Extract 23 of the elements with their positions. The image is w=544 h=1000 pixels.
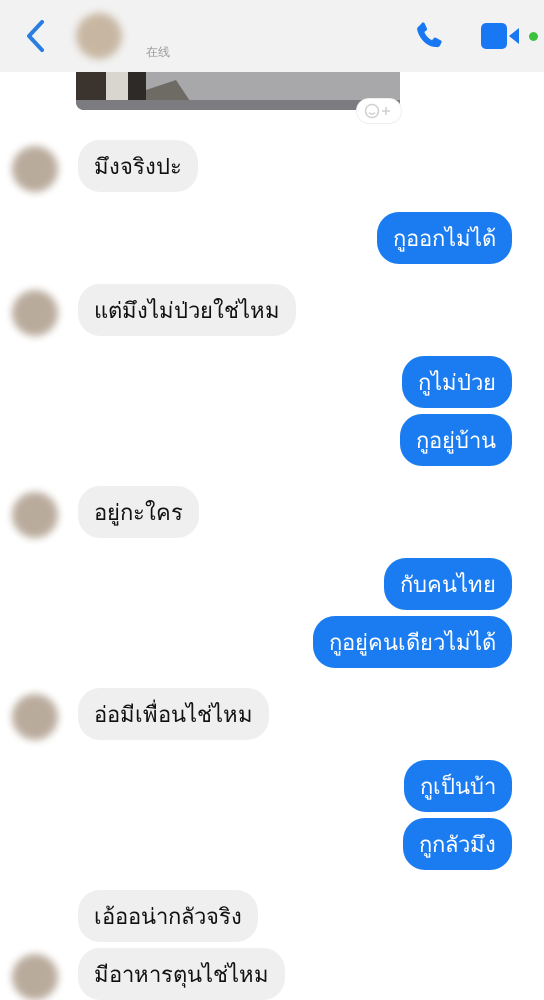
avatar[interactable] [12, 694, 58, 740]
received-message: แต่มึงไม่ป่วยใช่ไหม [78, 284, 296, 336]
received-message: เอ้ออน่ากลัวจริง [78, 890, 258, 942]
avatar[interactable] [12, 146, 58, 192]
received-message: อยู่กะใคร [78, 486, 199, 538]
sent-message: กูออกไม่ได้ [377, 212, 512, 264]
received-message: มึงจริงปะ [78, 140, 198, 192]
sent-message: กูอยู่บ้าน [400, 414, 512, 466]
add-reaction-button[interactable] [356, 98, 402, 124]
sent-message: กูกลัวมึง [403, 818, 512, 870]
avatar[interactable] [12, 954, 58, 1000]
back-icon[interactable] [24, 19, 46, 53]
sent-message: กูเป็นบ้า [404, 760, 512, 812]
avatar[interactable] [12, 290, 58, 336]
sent-message: กูอยู่คนเดียวไม่ได้ [313, 616, 512, 668]
video-camera-icon[interactable] [481, 21, 521, 51]
avatar[interactable] [76, 13, 122, 59]
status-text: 在线 [146, 44, 170, 61]
received-message: มีอาหารตุนไช่ไหม [78, 948, 285, 1000]
received-message: อ่อมีเพื่อนไช่ไหม [78, 688, 269, 740]
sent-message: กับคนไทย [384, 558, 512, 610]
sent-message: กูไม่ป่วย [402, 356, 512, 408]
avatar[interactable] [12, 492, 58, 538]
